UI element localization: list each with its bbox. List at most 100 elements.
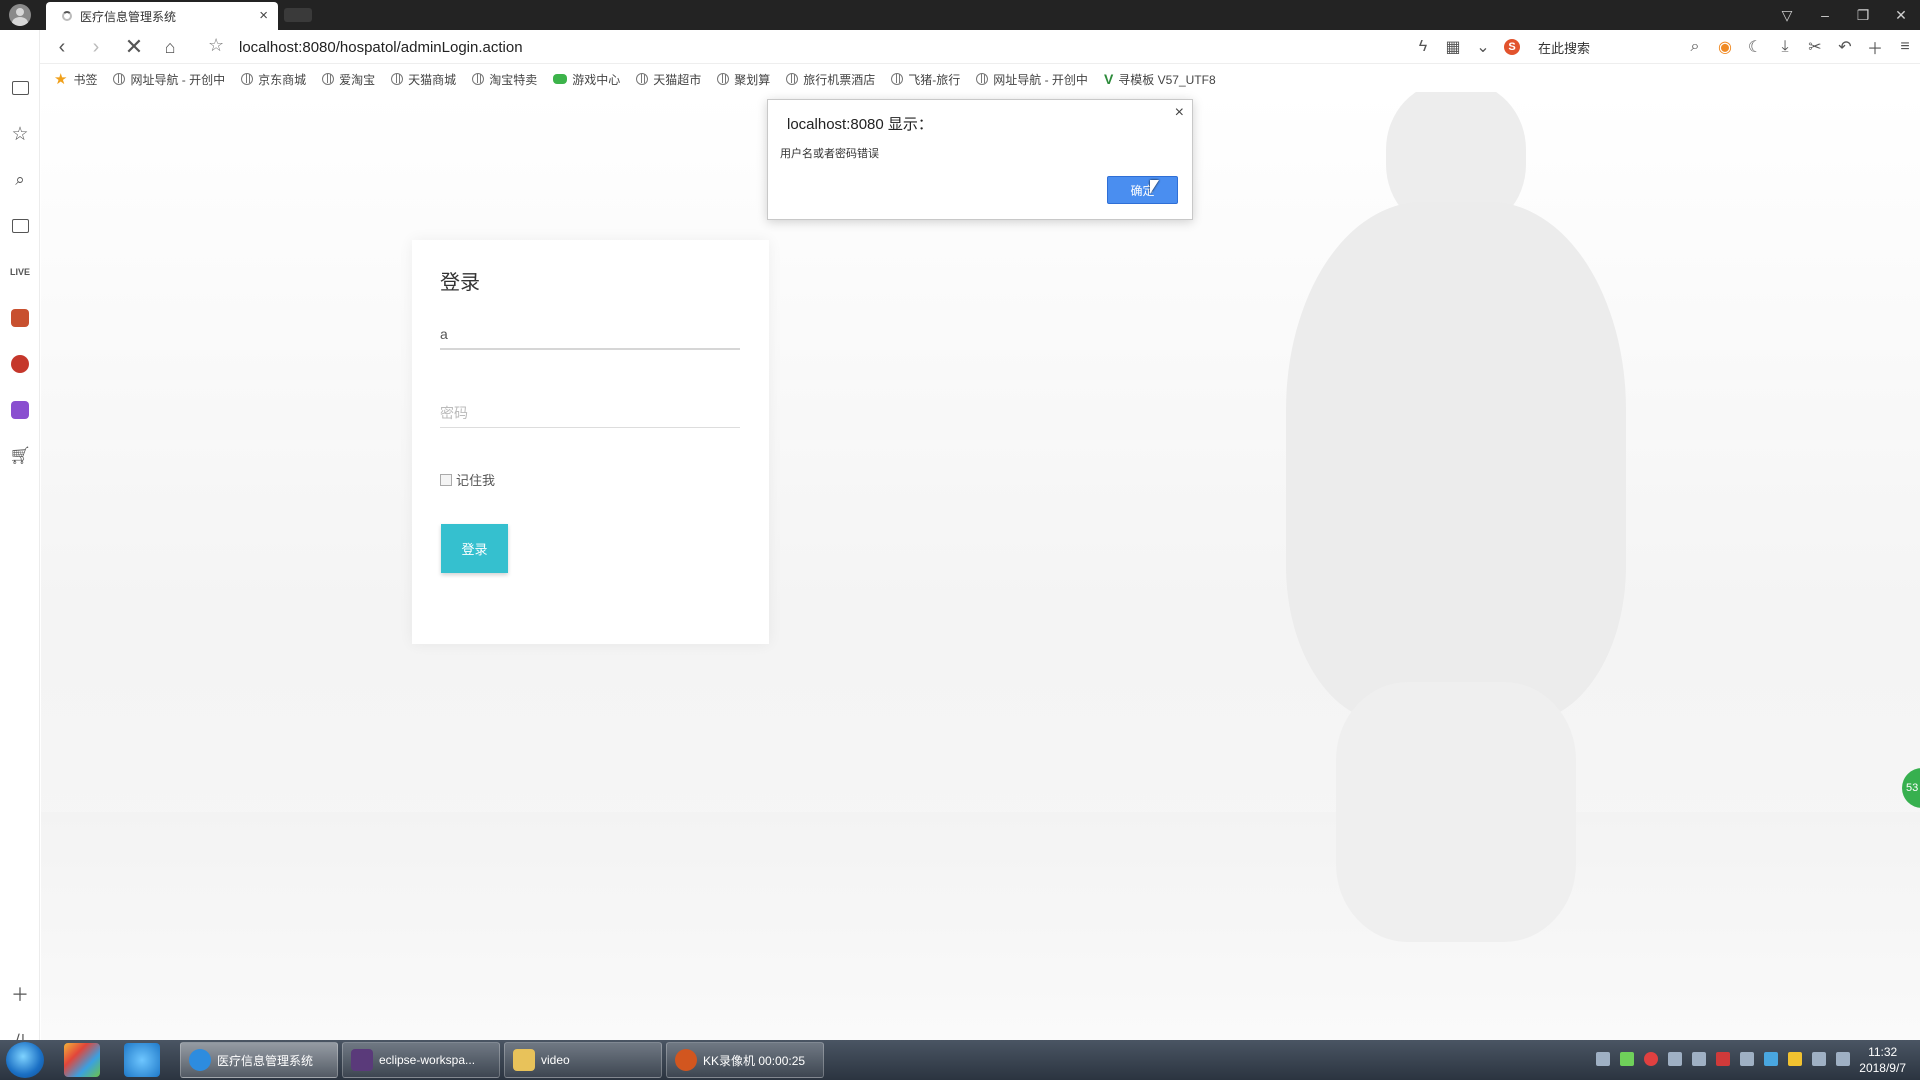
title-bar: 医疗信息管理系统 × ▽ – ❐ ✕ bbox=[0, 0, 1920, 30]
bookmark-item[interactable]: 游戏中心 bbox=[553, 71, 620, 88]
eclipse-icon bbox=[351, 1049, 373, 1071]
menu-icon[interactable]: ≡ bbox=[1890, 32, 1920, 62]
v-logo-icon: V bbox=[1103, 71, 1114, 87]
login-button[interactable]: 登录 bbox=[441, 524, 508, 573]
bookmark-item[interactable]: 天猫超市 bbox=[636, 71, 701, 88]
url-field[interactable]: localhost:8080/hospatol/adminLogin.actio… bbox=[239, 39, 523, 56]
alert-close-button[interactable]: × bbox=[1175, 104, 1184, 122]
reading-list-icon[interactable] bbox=[8, 76, 32, 100]
search-input[interactable]: 在此搜索 bbox=[1538, 38, 1590, 57]
user-icon bbox=[9, 4, 31, 26]
bookmark-item[interactable]: V 寻模板 V57_UTF8 bbox=[1104, 71, 1216, 88]
globe-icon bbox=[717, 73, 730, 85]
remember-me-checkbox[interactable] bbox=[440, 473, 452, 486]
profile-avatar[interactable] bbox=[6, 3, 34, 27]
search-icon[interactable]: ⌕ bbox=[8, 168, 32, 192]
password-input[interactable] bbox=[440, 398, 740, 428]
bookmark-item[interactable]: 旅行机票酒店 bbox=[786, 71, 875, 88]
battery-icon[interactable] bbox=[1620, 1052, 1634, 1066]
bookmark-item[interactable]: 淘宝特卖 bbox=[472, 71, 537, 88]
home-button[interactable]: ⌂ bbox=[158, 35, 182, 59]
back-button[interactable]: ‹ bbox=[50, 35, 74, 59]
browser-tab[interactable]: 医疗信息管理系统 × bbox=[46, 2, 278, 30]
globe-icon bbox=[636, 73, 649, 85]
system-clock[interactable]: 11:32 2018/9/7 bbox=[1859, 1044, 1906, 1076]
alert-message: 用户名或者密码错误 bbox=[780, 148, 879, 160]
stop-loading-button[interactable]: ✕ bbox=[122, 34, 146, 59]
loading-spinner-icon bbox=[62, 11, 72, 21]
volume-icon[interactable] bbox=[1812, 1052, 1826, 1066]
chevron-down-icon[interactable]: ⌄ bbox=[1468, 32, 1498, 62]
grid-icon[interactable]: ▦ bbox=[1438, 32, 1468, 62]
browser-icon bbox=[189, 1049, 211, 1071]
download-icon[interactable]: ⤓ bbox=[1770, 32, 1800, 62]
add-sidebar-icon[interactable]: ＋ bbox=[8, 982, 32, 1006]
undo-icon[interactable]: ↶ bbox=[1830, 32, 1860, 62]
star-icon: ★ bbox=[54, 71, 68, 88]
game-app-icon[interactable] bbox=[8, 306, 32, 330]
login-title: 登录 bbox=[440, 272, 480, 294]
game-controller-icon[interactable]: ◉ bbox=[1710, 32, 1740, 62]
bookmark-item[interactable]: 聚划算 bbox=[717, 71, 770, 88]
record-icon[interactable] bbox=[8, 352, 32, 376]
remember-me[interactable]: 记住我 bbox=[440, 470, 495, 489]
bookmark-item[interactable]: 爱淘宝 bbox=[322, 71, 375, 88]
skin-button[interactable]: ▽ bbox=[1768, 0, 1806, 30]
tray-app-icon[interactable] bbox=[1716, 1052, 1730, 1066]
start-button[interactable] bbox=[6, 1042, 44, 1078]
taskbar-item[interactable]: KK录像机 00:00:25 bbox=[666, 1042, 824, 1078]
globe-icon bbox=[472, 73, 485, 85]
bookmark-item[interactable]: 飞猪-旅行 bbox=[891, 71, 960, 88]
cart-icon[interactable]: 🛒︎ bbox=[8, 444, 32, 468]
bookmark-item[interactable]: ★ 书签 bbox=[54, 70, 97, 88]
search-icon[interactable]: ⌕ bbox=[1680, 32, 1710, 62]
forward-button[interactable]: › bbox=[84, 35, 108, 59]
bookmark-item[interactable]: 天猫商城 bbox=[391, 71, 456, 88]
sogou-logo-icon: S bbox=[1504, 39, 1520, 55]
bookmark-item[interactable]: 网址导航 - 开创中 bbox=[113, 71, 225, 88]
globe-icon bbox=[976, 73, 989, 85]
close-window-button[interactable]: ✕ bbox=[1882, 0, 1920, 30]
ie-browser-icon[interactable] bbox=[124, 1043, 160, 1077]
update-icon[interactable] bbox=[1692, 1052, 1706, 1066]
toolbar-right: ϟ ▦ ⌄ S 在此搜索 ⌕ ◉ ☾ ⤓ ✂ ↶ ＋ ≡ bbox=[1408, 30, 1920, 64]
network-icon[interactable] bbox=[1668, 1052, 1682, 1066]
keyboard-icon[interactable] bbox=[1596, 1052, 1610, 1066]
login-card: 登录 记住我 登录 bbox=[412, 240, 769, 644]
tab-close-button[interactable]: × bbox=[259, 7, 268, 24]
bookmark-item[interactable]: 京东商城 bbox=[241, 71, 306, 88]
remember-me-label: 记住我 bbox=[456, 473, 496, 488]
search-box[interactable]: S 在此搜索 bbox=[1504, 35, 1674, 59]
taskbar: 医疗信息管理系统 eclipse-workspa... video KK录像机 … bbox=[0, 1040, 1920, 1080]
page-content: 登录 记住我 登录 bbox=[41, 92, 1920, 1040]
restore-button[interactable]: ❐ bbox=[1844, 0, 1882, 30]
minimize-button[interactable]: – bbox=[1806, 0, 1844, 30]
bookmark-item[interactable]: 网址导航 - 开创中 bbox=[976, 71, 1088, 88]
tray-app-icon[interactable] bbox=[1764, 1052, 1778, 1066]
flash-icon[interactable]: ϟ bbox=[1408, 32, 1438, 62]
antivirus-icon[interactable] bbox=[1644, 1052, 1658, 1066]
taskbar-item[interactable]: 医疗信息管理系统 bbox=[180, 1042, 338, 1078]
username-input[interactable] bbox=[440, 320, 740, 350]
bookmarks-bar: ★ 书签 网址导航 - 开创中 京东商城 爱淘宝 天猫商城 淘宝特卖 游戏中心 天… bbox=[40, 66, 1920, 92]
tray-app-icon[interactable] bbox=[1788, 1052, 1802, 1066]
taskbar-item[interactable]: video bbox=[504, 1042, 662, 1078]
alert-ok-button[interactable]: 确定 bbox=[1107, 176, 1178, 204]
taskbar-item[interactable]: eclipse-workspa... bbox=[342, 1042, 500, 1078]
translate-icon[interactable] bbox=[8, 398, 32, 422]
pinned-app-icon[interactable] bbox=[64, 1043, 100, 1077]
video-icon[interactable] bbox=[8, 214, 32, 238]
new-tab-button[interactable] bbox=[284, 8, 312, 22]
clock-time: 11:32 bbox=[1868, 1045, 1898, 1059]
address-toolbar: ‹ › ✕ ⌂ ☆ localhost:8080/hospatol/adminL… bbox=[40, 30, 1920, 64]
favorites-star-icon[interactable]: ☆ bbox=[8, 122, 32, 146]
bookmark-star-icon[interactable]: ☆ bbox=[208, 35, 224, 56]
live-icon[interactable]: LIVE bbox=[8, 260, 32, 284]
globe-icon bbox=[786, 73, 799, 85]
night-mode-icon[interactable]: ☾ bbox=[1740, 32, 1770, 62]
wifi-icon[interactable] bbox=[1836, 1052, 1850, 1066]
signal-icon[interactable] bbox=[1740, 1052, 1754, 1066]
add-icon[interactable]: ＋ bbox=[1860, 32, 1890, 62]
globe-icon bbox=[113, 73, 126, 85]
screenshot-scissors-icon[interactable]: ✂ bbox=[1800, 32, 1830, 62]
